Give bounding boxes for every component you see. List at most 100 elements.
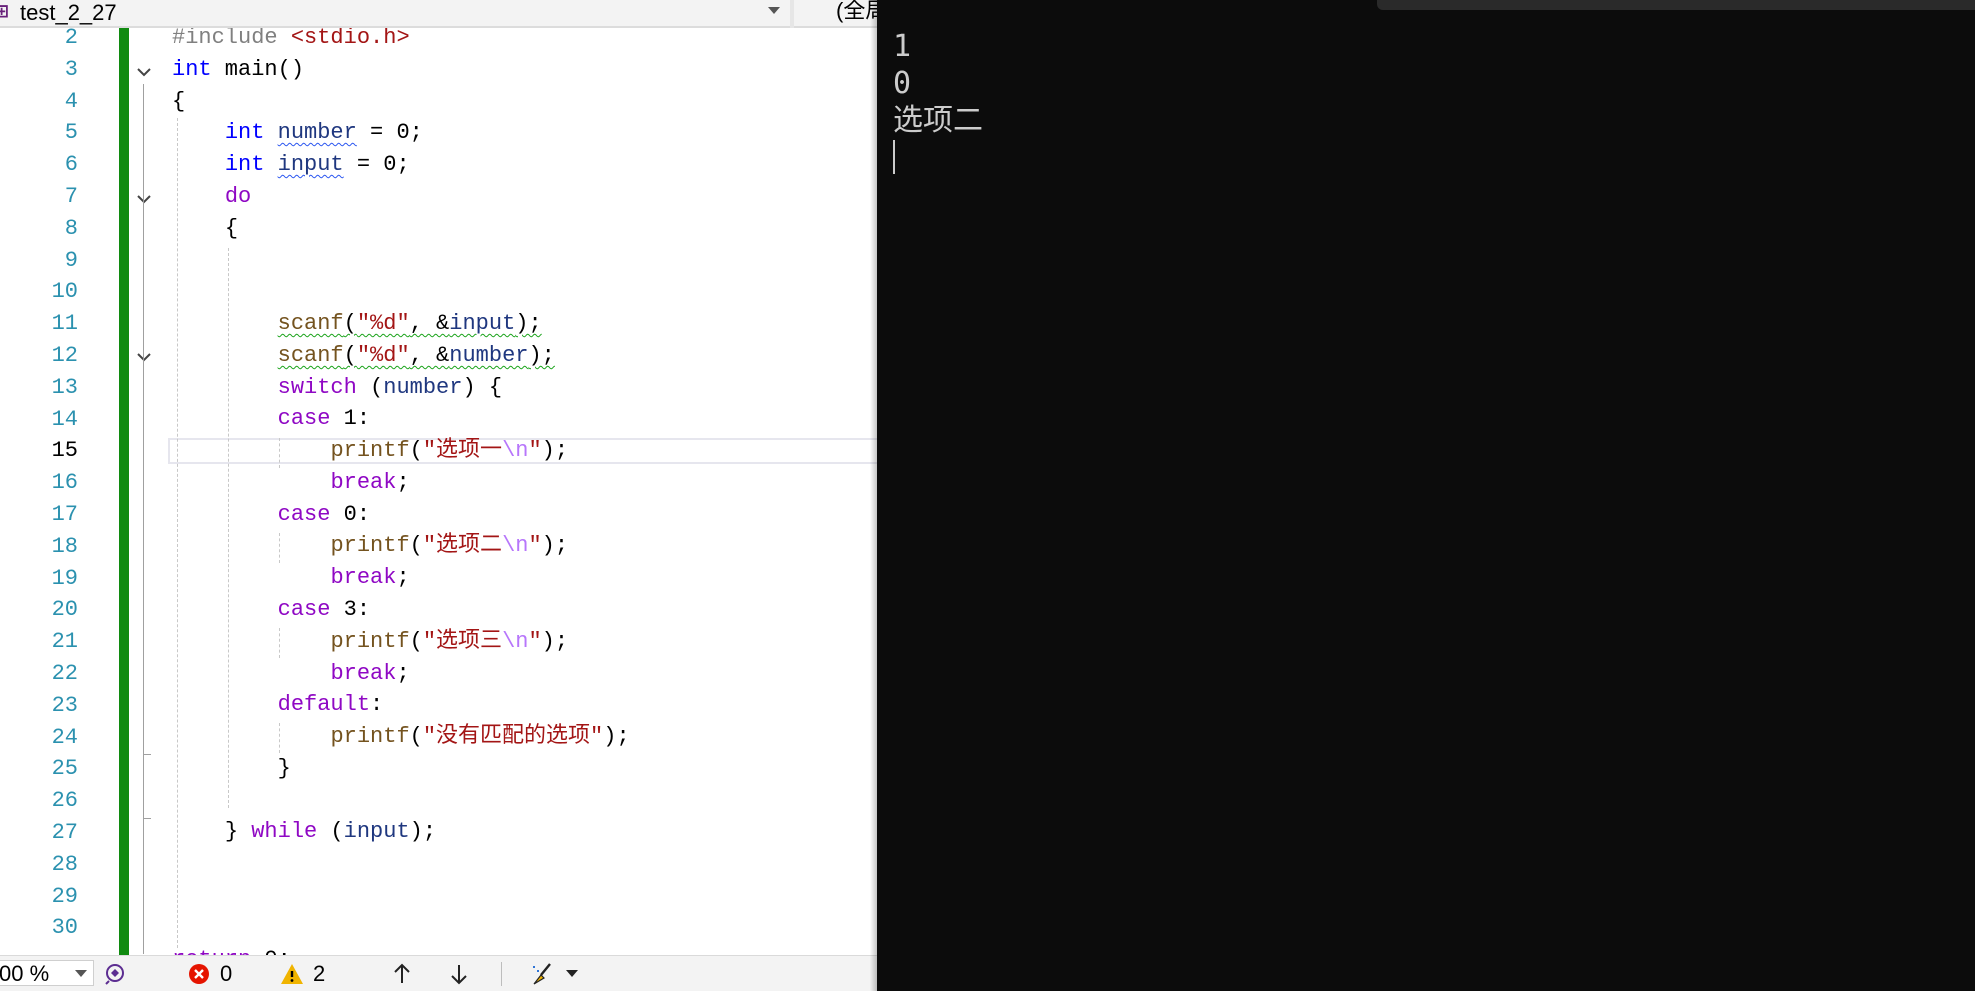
string-literal: " bbox=[528, 629, 542, 654]
line-number: 30 bbox=[51, 915, 78, 941]
code-text: ( bbox=[409, 438, 423, 463]
control-keyword: break bbox=[330, 661, 397, 686]
code-line-current: break; bbox=[172, 467, 409, 499]
variable: number bbox=[383, 375, 463, 400]
code-text: { bbox=[224, 216, 239, 241]
code-text: 1: bbox=[330, 406, 371, 431]
control-keyword: while bbox=[251, 819, 318, 844]
line-number: 21 bbox=[51, 629, 78, 655]
editor-status-bar: 00 % 0 2 bbox=[0, 955, 877, 991]
line-number: 28 bbox=[51, 851, 78, 877]
line-number: 5 bbox=[64, 120, 78, 146]
outline-end bbox=[143, 818, 151, 819]
error-count[interactable]: 0 bbox=[220, 961, 232, 987]
code-text: ; bbox=[396, 661, 410, 686]
console-window[interactable]: 1 0 选项二 bbox=[877, 0, 1975, 991]
code-text: } bbox=[277, 756, 291, 781]
string-literal: "选项一 bbox=[422, 438, 503, 463]
variable-warning[interactable]: number bbox=[278, 120, 357, 145]
line-number: 12 bbox=[51, 343, 78, 368]
zoom-dropdown[interactable]: 00 % bbox=[0, 960, 94, 986]
navigation-bar: ⊞ test_2_27 (全局 bbox=[0, 0, 877, 28]
string-literal: " bbox=[528, 438, 542, 463]
keyword: int bbox=[172, 57, 212, 82]
line-number: 7 bbox=[64, 184, 78, 209]
code-line: printf("选项一\n"); bbox=[172, 435, 568, 467]
line-number: 16 bbox=[51, 470, 78, 496]
line-number: 2 bbox=[64, 25, 78, 50]
line-number: 22 bbox=[51, 661, 78, 686]
string-literal: "选项二 bbox=[422, 533, 503, 558]
escape-sequence: \n bbox=[502, 533, 529, 558]
code-text-area[interactable]: #include <stdio.h> int main() { int numb… bbox=[160, 28, 877, 955]
collapse-chevron-icon[interactable] bbox=[134, 189, 154, 209]
chevron-down-icon bbox=[75, 970, 87, 977]
variable-warning[interactable]: input bbox=[278, 152, 344, 177]
arrow-up-icon[interactable] bbox=[390, 962, 414, 986]
error-icon[interactable] bbox=[187, 962, 211, 986]
collapse-chevron-icon[interactable] bbox=[134, 347, 154, 367]
line-number: 23 bbox=[51, 692, 78, 718]
code-text: ( bbox=[409, 724, 423, 749]
line-number: 26 bbox=[51, 788, 78, 814]
code-text: : bbox=[370, 692, 384, 717]
control-keyword: break bbox=[330, 470, 397, 495]
line-number: 17 bbox=[51, 502, 78, 527]
keyword: int bbox=[224, 120, 265, 145]
arrow-down-icon[interactable] bbox=[447, 962, 471, 986]
escape-sequence: \n bbox=[502, 438, 529, 463]
control-keyword: switch bbox=[277, 375, 357, 400]
string-literal: " bbox=[528, 533, 542, 558]
code-line: break; bbox=[172, 562, 409, 594]
include-header: <stdio.h> bbox=[290, 28, 410, 50]
code-text: , & bbox=[409, 343, 450, 368]
outline-line bbox=[143, 211, 144, 811]
warning-icon[interactable] bbox=[280, 962, 304, 986]
code-text: ( bbox=[317, 819, 344, 844]
code-line: int number = 0; bbox=[172, 117, 423, 149]
code-line: { bbox=[172, 89, 186, 114]
code-line: scanf("%d", &input); bbox=[172, 308, 542, 340]
warning-count[interactable]: 2 bbox=[313, 961, 325, 987]
console-output-line: 选项二 bbox=[893, 103, 983, 138]
code-line: #include <stdio.h> bbox=[172, 28, 410, 54]
line-number: 3 bbox=[64, 56, 78, 82]
code-text: = 0; bbox=[356, 120, 423, 145]
control-keyword: break bbox=[330, 565, 397, 590]
function-call: printf bbox=[330, 438, 410, 463]
chevron-down-icon[interactable] bbox=[768, 7, 780, 14]
control-keyword: case bbox=[277, 406, 331, 431]
code-editor-pane[interactable]: ⊞ test_2_27 (全局 234567891011121314151617… bbox=[0, 0, 877, 991]
status-divider bbox=[501, 962, 502, 986]
change-tracking-bar bbox=[119, 28, 129, 955]
code-text: = 0; bbox=[343, 152, 410, 177]
code-text: main() bbox=[211, 57, 305, 82]
line-number: 4 bbox=[64, 88, 78, 114]
control-keyword: return bbox=[172, 947, 251, 955]
variable: number bbox=[449, 343, 529, 368]
code-line: } while (input); bbox=[172, 816, 436, 848]
chevron-down-icon[interactable] bbox=[566, 970, 578, 977]
intellicode-icon[interactable] bbox=[103, 962, 127, 986]
code-text: ( bbox=[343, 343, 357, 368]
line-number: 25 bbox=[51, 756, 78, 782]
keyword: int bbox=[224, 152, 265, 177]
zoom-level: 00 % bbox=[0, 961, 50, 986]
preprocessor-directive: #include bbox=[172, 28, 291, 50]
function-call: scanf bbox=[277, 343, 344, 368]
string-literal: "%d" bbox=[356, 343, 410, 368]
code-line: { bbox=[172, 213, 238, 245]
window-edge-shadow bbox=[870, 0, 877, 991]
code-cleanup-icon[interactable] bbox=[530, 962, 554, 986]
console-cursor bbox=[893, 140, 895, 174]
console-output-line: 1 bbox=[893, 29, 912, 64]
line-number: 29 bbox=[51, 883, 78, 909]
code-line: case 1: bbox=[172, 403, 370, 435]
code-line: switch (number) { bbox=[172, 372, 502, 404]
function-call: printf bbox=[330, 629, 410, 654]
code-line: int input = 0; bbox=[172, 149, 410, 181]
line-number: 9 bbox=[64, 247, 78, 273]
collapse-chevron-icon[interactable] bbox=[134, 62, 154, 82]
string-literal: "没有匹配的选项" bbox=[422, 724, 604, 749]
code-line: case 3: bbox=[172, 594, 370, 626]
